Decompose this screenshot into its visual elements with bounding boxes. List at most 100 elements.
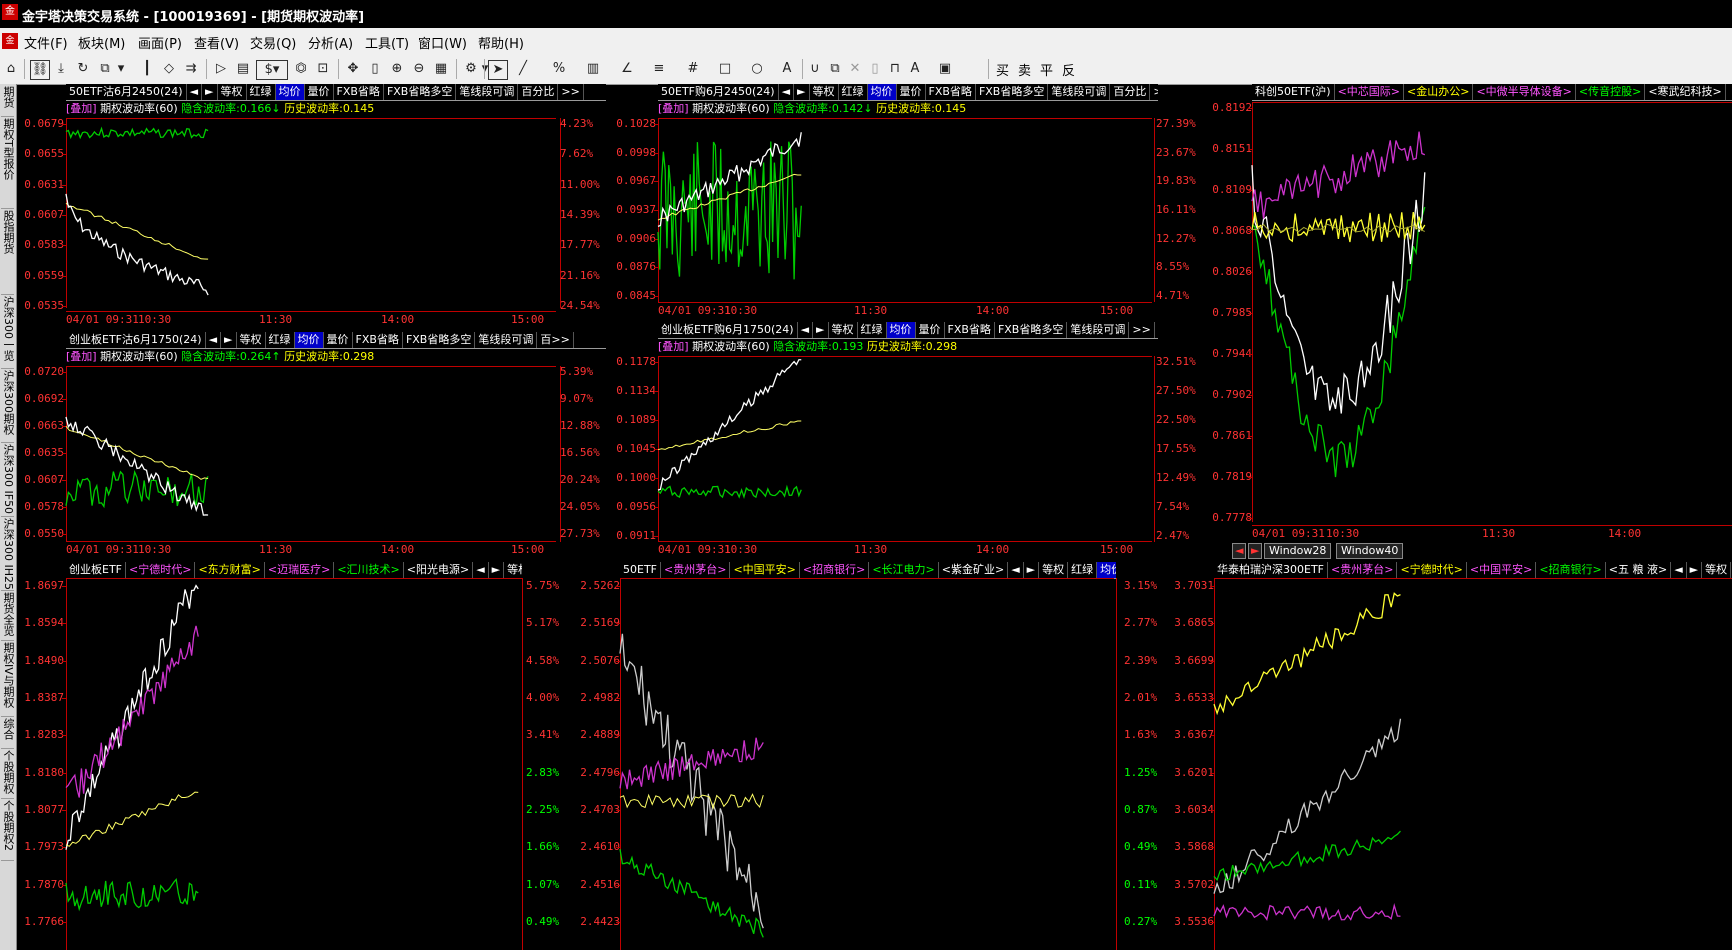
tab-stock-4[interactable]: <汇川技术> bbox=[334, 562, 404, 578]
tab-contract[interactable]: 创业板ETF沽6月1750(24) bbox=[66, 332, 206, 348]
prev-arrow[interactable]: ◄ bbox=[1671, 562, 1687, 578]
window-next-icon[interactable]: ► bbox=[1248, 543, 1263, 559]
dropdown-icon[interactable]: ▾ bbox=[112, 60, 130, 78]
menu-sector[interactable]: 板块(M) bbox=[78, 33, 125, 52]
sidebar-tab-hs300-options[interactable]: 沪深300期权 bbox=[1, 370, 14, 443]
tab-volume-price[interactable]: 量价 bbox=[916, 322, 945, 338]
trash-icon[interactable]: ▯ bbox=[866, 60, 884, 78]
tab-volume-price[interactable]: 量价 bbox=[897, 84, 926, 100]
tab-red-green[interactable]: 红绿 bbox=[266, 332, 295, 348]
tab-stock-5[interactable]: <紫金矿业> bbox=[939, 562, 1009, 578]
tab-avg-price[interactable]: 均价 bbox=[275, 84, 305, 100]
tab-more[interactable]: >> bbox=[558, 84, 584, 100]
tab-stock-5[interactable]: <五 粮 液> bbox=[1606, 562, 1672, 578]
menu-view[interactable]: 查看(V) bbox=[194, 33, 239, 52]
tab-etf[interactable]: 创业板ETF bbox=[66, 562, 126, 578]
menu-file[interactable]: 文件(F) bbox=[24, 33, 68, 52]
tab-stroke-adjust[interactable]: 笔线段可调 bbox=[1067, 322, 1130, 338]
tab-stock-3[interactable]: <中国平安> bbox=[1467, 562, 1537, 578]
delete-icon[interactable]: ✕ bbox=[846, 60, 864, 78]
price-chart[interactable] bbox=[1213, 578, 1732, 950]
next-arrow[interactable]: ► bbox=[221, 332, 237, 348]
tab-stroke-adjust[interactable]: 笔线段可调 bbox=[1048, 84, 1111, 100]
link-icon[interactable]: ⛓ bbox=[30, 60, 50, 80]
tab-stock-1[interactable]: <贵州茅台> bbox=[661, 562, 731, 578]
tab-avg-price[interactable]: 均价 bbox=[867, 84, 897, 100]
overlay-tag[interactable]: [叠加] bbox=[66, 350, 97, 363]
tab-stock-4[interactable]: <招商银行> bbox=[1536, 562, 1606, 578]
tab-avg-price[interactable]: 均价 bbox=[294, 332, 324, 348]
cursor-icon[interactable]: ➤ bbox=[488, 60, 508, 80]
line-tool-icon[interactable]: ╱ bbox=[514, 60, 532, 78]
tab-more[interactable]: >> bbox=[1129, 322, 1155, 338]
tab-percent[interactable]: 百分比 bbox=[518, 84, 559, 100]
tab-stock-3[interactable]: <迈瑞医疗> bbox=[265, 562, 335, 578]
lock-icon[interactable]: ⊓ bbox=[886, 60, 904, 78]
price-chart[interactable] bbox=[1251, 102, 1732, 522]
diamond-icon[interactable]: ◇ bbox=[160, 60, 178, 78]
tab-fxb[interactable]: FXB省略 bbox=[926, 84, 976, 100]
tab-stock-5[interactable]: <阳光电源> bbox=[404, 562, 474, 578]
tab-avg-price[interactable]: 均价 bbox=[886, 322, 916, 338]
menu-trade[interactable]: 交易(Q) bbox=[250, 33, 296, 52]
tab-stock-2[interactable]: <中国平安> bbox=[730, 562, 800, 578]
tab-stock-1[interactable]: <贵州茅台> bbox=[1328, 562, 1398, 578]
next-arrow[interactable]: ► bbox=[202, 84, 218, 100]
tab-stroke-adjust[interactable]: 笔线段可调 bbox=[456, 84, 519, 100]
tab-red-green[interactable]: 红绿 bbox=[858, 322, 887, 338]
tab-stock-1[interactable]: <宁德时代> bbox=[126, 562, 196, 578]
menu-window[interactable]: 窗口(W) bbox=[418, 33, 467, 52]
duplicate-icon[interactable]: ⧉ bbox=[826, 60, 844, 78]
tab-equal-weight[interactable]: 等权 bbox=[504, 562, 522, 578]
price-chart[interactable] bbox=[65, 118, 556, 308]
reverse-button[interactable]: 反 bbox=[1062, 60, 1075, 79]
tab-stock-2[interactable]: <东方财富> bbox=[195, 562, 265, 578]
prev-arrow[interactable]: ◄ bbox=[187, 84, 203, 100]
next-arrow[interactable]: ► bbox=[1687, 562, 1703, 578]
menu-help[interactable]: 帮助(H) bbox=[478, 33, 524, 52]
tab-fxb[interactable]: FXB省略 bbox=[945, 322, 995, 338]
price-chart[interactable] bbox=[65, 366, 556, 542]
overlay-tag[interactable]: [叠加] bbox=[658, 340, 689, 353]
zoom-in-icon[interactable]: ⊕ bbox=[388, 60, 406, 78]
tab-stock-3[interactable]: <招商银行> bbox=[800, 562, 870, 578]
buy-button[interactable]: 买 bbox=[996, 60, 1009, 79]
tab-equal-weight[interactable]: 等权 bbox=[1702, 562, 1732, 578]
price-chart[interactable] bbox=[619, 578, 1114, 950]
ruler-icon[interactable]: ▯ bbox=[366, 60, 384, 78]
tab-red-green[interactable]: 红绿 bbox=[247, 84, 276, 100]
prev-arrow[interactable]: ◄ bbox=[206, 332, 222, 348]
tab-volume-price[interactable]: 量价 bbox=[324, 332, 353, 348]
tab-stock-4[interactable]: <长江电力> bbox=[869, 562, 939, 578]
tab-stock-2[interactable]: <金山办公> bbox=[1404, 84, 1474, 100]
tab-volume-price[interactable]: 量价 bbox=[305, 84, 334, 100]
tab-equal-weight[interactable]: 等权 bbox=[218, 84, 247, 100]
color-icon[interactable]: A bbox=[906, 60, 924, 78]
prev-arrow[interactable]: ◄ bbox=[798, 322, 814, 338]
next-arrow[interactable]: ► bbox=[813, 322, 829, 338]
tab-red-green[interactable]: 红绿 bbox=[839, 84, 868, 100]
tab-contract[interactable]: 创业板ETF购6月1750(24) bbox=[658, 322, 798, 338]
tab-stock-4[interactable]: <传音控股> bbox=[1576, 84, 1646, 100]
flow-icon[interactable]: ⇉ bbox=[182, 60, 200, 78]
price-chart[interactable] bbox=[65, 578, 522, 950]
app-menu-icon[interactable]: 金 bbox=[2, 33, 18, 49]
menu-screen[interactable]: 画面(P) bbox=[138, 33, 182, 52]
next-arrow[interactable]: ► bbox=[489, 562, 505, 578]
tab-fxb[interactable]: FXB省略 bbox=[334, 84, 384, 100]
dollar-icon[interactable]: $▾ bbox=[256, 60, 288, 80]
hash-tool-icon[interactable]: # bbox=[684, 60, 702, 78]
sidebar-tab-option-t-quote[interactable]: 期权T型报价 bbox=[1, 118, 14, 209]
tab-contract[interactable]: 50ETF购6月2450(24) bbox=[658, 84, 779, 100]
price-chart[interactable] bbox=[657, 356, 1152, 542]
overlay-tag[interactable]: [叠加] bbox=[658, 102, 689, 115]
next-arrow[interactable]: ► bbox=[1024, 562, 1040, 578]
prev-arrow[interactable]: ◄ bbox=[1008, 562, 1024, 578]
tab-etf[interactable]: 科创50ETF(沪) bbox=[1252, 84, 1335, 100]
tab-more[interactable]: >> bbox=[1150, 84, 1158, 100]
tab-equal-weight[interactable]: 等权 bbox=[829, 322, 858, 338]
fib-tool-icon[interactable]: ≡ bbox=[650, 60, 668, 78]
magnet-icon[interactable]: ∪ bbox=[806, 60, 824, 78]
note-icon[interactable]: ▤ bbox=[234, 60, 252, 78]
text-tool-icon[interactable]: A bbox=[778, 60, 796, 78]
